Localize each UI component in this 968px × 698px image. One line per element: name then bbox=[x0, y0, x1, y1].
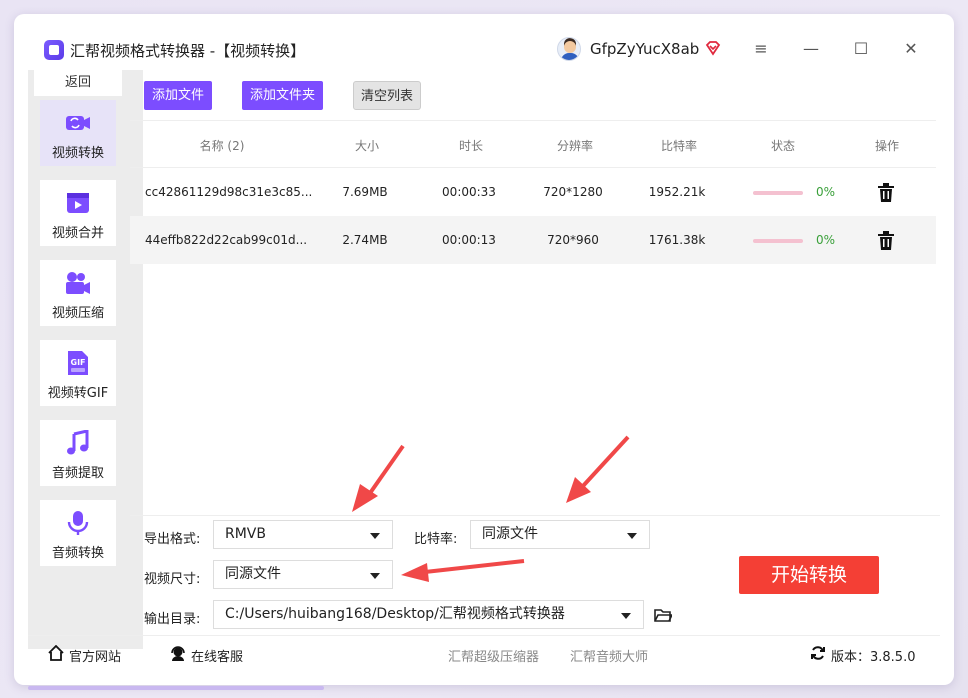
folder-open-icon[interactable] bbox=[654, 607, 672, 623]
col-status: 状态 bbox=[770, 139, 796, 153]
col-duration[interactable]: 时长 bbox=[459, 137, 483, 154]
file-duration: 00:00:13 bbox=[442, 233, 496, 247]
online-service-link[interactable]: 在线客服 bbox=[191, 646, 243, 665]
user-avatar[interactable] bbox=[557, 37, 581, 61]
customer-service-icon bbox=[171, 646, 185, 661]
sidebar-item-audio-convert[interactable]: 音频转换 bbox=[40, 500, 116, 566]
sidebar-item-video-compress[interactable]: 视频压缩 bbox=[40, 260, 116, 326]
col-name[interactable]: 名称 (2) bbox=[200, 137, 245, 154]
chevron-down-icon bbox=[621, 613, 631, 619]
minimize-button[interactable]: — bbox=[799, 36, 823, 60]
close-button[interactable]: ✕ bbox=[899, 36, 923, 60]
file-size: 7.69MB bbox=[342, 185, 388, 199]
app-title: 汇帮视频格式转换器 -【视频转换】 bbox=[70, 42, 306, 60]
progress-bar bbox=[753, 239, 803, 243]
sidebar-item-video-merge[interactable]: 视频合并 bbox=[40, 180, 116, 246]
clear-list-button[interactable]: 清空列表 bbox=[353, 81, 421, 110]
sidebar-item-video-convert[interactable]: 视频转换 bbox=[40, 100, 116, 166]
file-bitrate: 1761.38k bbox=[648, 233, 706, 247]
add-folder-button[interactable]: 添加文件夹 bbox=[242, 81, 323, 110]
app-window: 汇帮视频格式转换器 -【视频转换】 GfpZyYucX8ab ≡ — ☐ ✕ 返… bbox=[14, 14, 954, 685]
vip-diamond-icon[interactable] bbox=[705, 40, 721, 56]
refresh-icon[interactable] bbox=[810, 645, 826, 661]
file-duration: 00:00:33 bbox=[442, 185, 496, 199]
progress-text: 0% bbox=[816, 233, 836, 247]
microphone-icon bbox=[67, 511, 89, 535]
table-header: 名称 (2) 大小 时长 分辨率 比特率 状态 操作 bbox=[130, 120, 936, 168]
music-note-icon bbox=[67, 430, 89, 455]
col-action: 操作 bbox=[874, 139, 900, 153]
bitrate-value: 同源文件 bbox=[482, 526, 538, 542]
file-resolution: 720*960 bbox=[547, 233, 599, 247]
audio-master-link[interactable]: 汇帮音频大师 bbox=[570, 646, 648, 665]
add-file-button[interactable]: 添加文件 bbox=[144, 81, 212, 110]
chevron-down-icon bbox=[370, 573, 380, 579]
sidebar-item-label: 音频转换 bbox=[51, 546, 104, 561]
chevron-down-icon bbox=[370, 533, 380, 539]
delete-icon[interactable] bbox=[878, 183, 894, 202]
file-table: 名称 (2) 大小 时长 分辨率 比特率 状态 操作 cc42861129d98… bbox=[130, 120, 936, 264]
sidebar-item-label: 视频压缩 bbox=[51, 306, 104, 321]
output-dir-select[interactable]: C:/Users/huibang168/Desktop/汇帮视频格式转换器 bbox=[213, 600, 644, 629]
start-convert-button[interactable]: 开始转换 bbox=[739, 556, 879, 594]
file-name: cc42861129d98c31e3c85... bbox=[145, 185, 313, 199]
output-value: C:/Users/huibang168/Desktop/汇帮视频格式转换器 bbox=[225, 606, 565, 622]
sidebar-item-label: 视频合并 bbox=[51, 226, 104, 241]
size-select[interactable]: 同源文件 bbox=[213, 560, 393, 589]
format-select[interactable]: RMVB bbox=[213, 520, 393, 549]
sidebar-item-label: 视频转GIF bbox=[47, 386, 109, 401]
delete-icon[interactable] bbox=[878, 231, 894, 250]
col-size[interactable]: 大小 bbox=[355, 137, 379, 154]
title-bar: 汇帮视频格式转换器 -【视频转换】 GfpZyYucX8ab ≡ — ☐ ✕ bbox=[14, 14, 954, 70]
file-bitrate: 1952.21k bbox=[648, 185, 706, 199]
chevron-down-icon bbox=[627, 533, 637, 539]
size-label: 视频尺寸: bbox=[144, 572, 201, 587]
footer: 官方网站 在线客服 汇帮超级压缩器 汇帮音频大师 版本：3.8.5.0 bbox=[28, 635, 940, 669]
username[interactable]: GfpZyYucX8ab bbox=[590, 40, 699, 58]
col-resolution[interactable]: 分辨率 bbox=[557, 137, 593, 154]
back-button[interactable]: 返回 bbox=[34, 70, 122, 96]
sidebar: 返回 视频转换 视频合并 视频压缩 GIF 视频转GIF 音频提取 音频转换 bbox=[28, 70, 143, 649]
official-website-link[interactable]: 官方网站 bbox=[69, 646, 121, 665]
sidebar-item-video-gif[interactable]: GIF 视频转GIF bbox=[40, 340, 116, 406]
video-convert-icon bbox=[66, 116, 90, 130]
maximize-button[interactable]: ☐ bbox=[849, 36, 873, 60]
format-value: RMVB bbox=[225, 526, 266, 542]
menu-icon[interactable]: ≡ bbox=[749, 36, 773, 60]
bitrate-select[interactable]: 同源文件 bbox=[470, 520, 650, 549]
file-resolution: 720*1280 bbox=[543, 185, 603, 199]
app-logo-icon bbox=[44, 40, 64, 60]
home-icon bbox=[48, 645, 64, 661]
progress-bar bbox=[753, 191, 803, 195]
video-merge-icon bbox=[67, 193, 89, 213]
sidebar-item-label: 音频提取 bbox=[51, 466, 104, 481]
size-value: 同源文件 bbox=[225, 566, 281, 582]
progress-text: 0% bbox=[816, 185, 836, 199]
output-label: 输出目录: bbox=[144, 612, 201, 627]
table-row[interactable]: 44effb822d22cab99c01d... 2.74MB 00:00:13… bbox=[130, 216, 936, 264]
file-name: 44effb822d22cab99c01d... bbox=[145, 233, 308, 247]
version-text: 版本：3.8.5.0 bbox=[831, 650, 916, 665]
video-compress-icon bbox=[66, 272, 90, 294]
file-size: 2.74MB bbox=[342, 233, 388, 247]
table-row[interactable]: cc42861129d98c31e3c85... 7.69MB 00:00:33… bbox=[130, 168, 936, 216]
bitrate-label: 比特率: bbox=[414, 532, 458, 547]
window-scroll-indicator bbox=[28, 686, 324, 690]
sidebar-item-label: 视频转换 bbox=[51, 146, 104, 161]
gif-icon: GIF bbox=[68, 351, 88, 375]
svg-text:GIF: GIF bbox=[71, 358, 86, 367]
format-label: 导出格式: bbox=[144, 532, 201, 547]
sidebar-item-audio-extract[interactable]: 音频提取 bbox=[40, 420, 116, 486]
col-bitrate[interactable]: 比特率 bbox=[661, 137, 697, 154]
compressor-link[interactable]: 汇帮超级压缩器 bbox=[448, 646, 539, 665]
